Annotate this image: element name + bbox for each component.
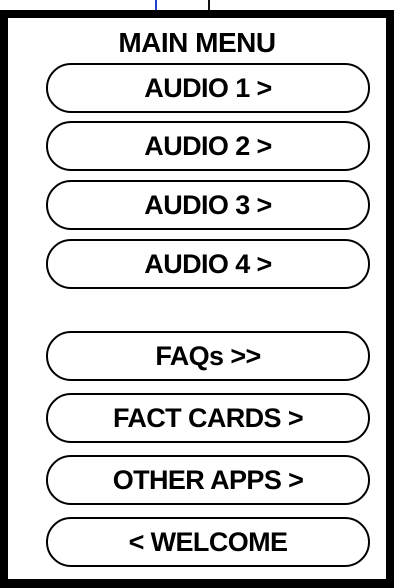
other-apps-button[interactable]: OTHER APPS >: [46, 455, 370, 505]
screen: MAIN MENU AUDIO 1 > AUDIO 2 > AUDIO 3 > …: [0, 0, 394, 588]
audio-3-button[interactable]: AUDIO 3 >: [46, 180, 370, 230]
audio-1-button[interactable]: AUDIO 1 >: [46, 63, 370, 113]
audio-4-button[interactable]: AUDIO 4 >: [46, 239, 370, 289]
welcome-back-button[interactable]: < WELCOME: [46, 517, 370, 567]
welcome-back-button-label: < WELCOME: [128, 526, 288, 557]
top-edge-line-blue: [155, 0, 157, 10]
fact-cards-button[interactable]: FACT CARDS >: [46, 393, 370, 443]
audio-3-button-label: AUDIO 3 >: [144, 189, 272, 220]
audio-2-button-label: AUDIO 2 >: [144, 130, 272, 161]
audio-2-button[interactable]: AUDIO 2 >: [46, 121, 370, 171]
audio-4-button-label: AUDIO 4 >: [144, 248, 272, 279]
other-apps-button-label: OTHER APPS >: [112, 464, 304, 495]
audio-1-button-label: AUDIO 1 >: [144, 72, 272, 103]
faqs-button-label: FAQs >>: [155, 340, 261, 371]
fact-cards-button-label: FACT CARDS >: [112, 402, 304, 433]
top-edge-line-black: [208, 0, 210, 10]
main-menu-title: MAIN MENU: [118, 27, 276, 58]
faqs-button[interactable]: FAQs >>: [46, 331, 370, 381]
top-strip: [0, 0, 394, 10]
